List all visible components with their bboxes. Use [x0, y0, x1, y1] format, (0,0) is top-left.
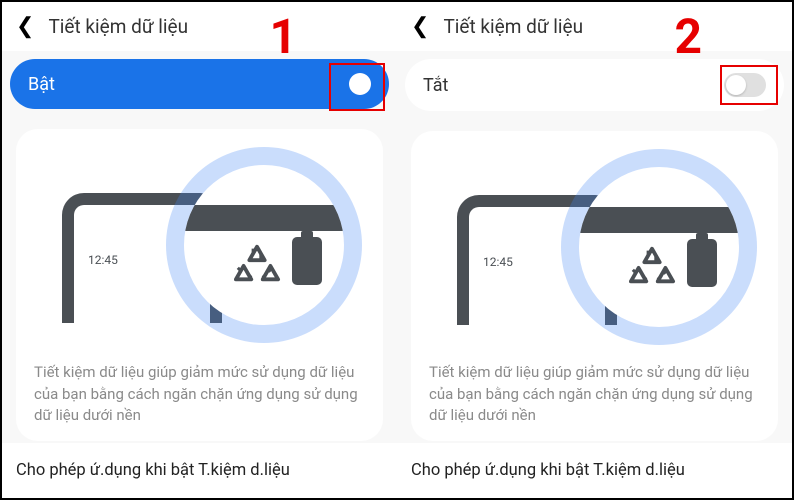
illustration-card: 12:45 Tiết kiệm dữ liệu giúp giảm mức sử… — [411, 131, 778, 441]
page-title: Tiết kiệm dữ liệu — [443, 15, 583, 38]
phone-time-label: 12:45 — [88, 253, 118, 267]
toggle-switch-on[interactable] — [349, 73, 371, 95]
magnifier-graphic — [184, 165, 344, 325]
panel-step-2: 2 ❮ Tiết kiệm dữ liệu Tắt 12:45 — [397, 2, 792, 498]
panel-step-1: 1 ❮ Tiết kiệm dữ liệu Bật 12:45 — [2, 2, 397, 498]
data-saver-toggle-row[interactable]: Tắt — [405, 59, 784, 111]
battery-icon — [292, 237, 322, 285]
illustration: 12:45 — [34, 147, 365, 350]
allow-apps-row[interactable]: Cho phép ứ.dụng khi bật T.kiệm d.liệu — [2, 443, 397, 498]
step-number: 1 — [269, 8, 297, 65]
data-saver-toggle-row[interactable]: Bật — [10, 59, 389, 109]
illustration: 12:45 — [429, 149, 760, 350]
page-title: Tiết kiệm dữ liệu — [48, 15, 188, 38]
toggle-label: Bật — [28, 74, 55, 95]
description-text: Tiết kiệm dữ liệu giúp giảm mức sử dụng … — [429, 362, 760, 427]
battery-icon — [687, 239, 717, 287]
magnifier-graphic — [579, 167, 739, 327]
allow-apps-label: Cho phép ứ.dụng khi bật T.kiệm d.liệu — [16, 461, 290, 480]
content-area: 12:45 Tiết kiệm dữ liệu giúp giảm mức sử… — [2, 109, 397, 441]
description-text: Tiết kiệm dữ liệu giúp giảm mức sử dụng … — [34, 362, 365, 427]
illustration-card: 12:45 Tiết kiệm dữ liệu giúp giảm mức sử… — [16, 129, 383, 441]
allow-apps-label: Cho phép ứ.dụng khi bật T.kiệm d.liệu — [411, 461, 685, 480]
phone-time-label: 12:45 — [483, 255, 513, 269]
allow-apps-row[interactable]: Cho phép ứ.dụng khi bật T.kiệm d.liệu — [397, 443, 792, 498]
data-saver-icon — [627, 243, 677, 289]
toggle-label: Tắt — [423, 75, 448, 96]
back-icon[interactable]: ❮ — [411, 14, 429, 39]
data-saver-icon — [232, 241, 282, 287]
back-icon[interactable]: ❮ — [16, 14, 34, 39]
content-area: 12:45 Tiết kiệm dữ liệu giúp giảm mức sử… — [397, 111, 792, 441]
toggle-switch-off[interactable] — [724, 73, 766, 97]
header: ❮ Tiết kiệm dữ liệu — [2, 2, 397, 51]
header: ❮ Tiết kiệm dữ liệu — [397, 2, 792, 51]
step-number: 2 — [674, 8, 702, 65]
